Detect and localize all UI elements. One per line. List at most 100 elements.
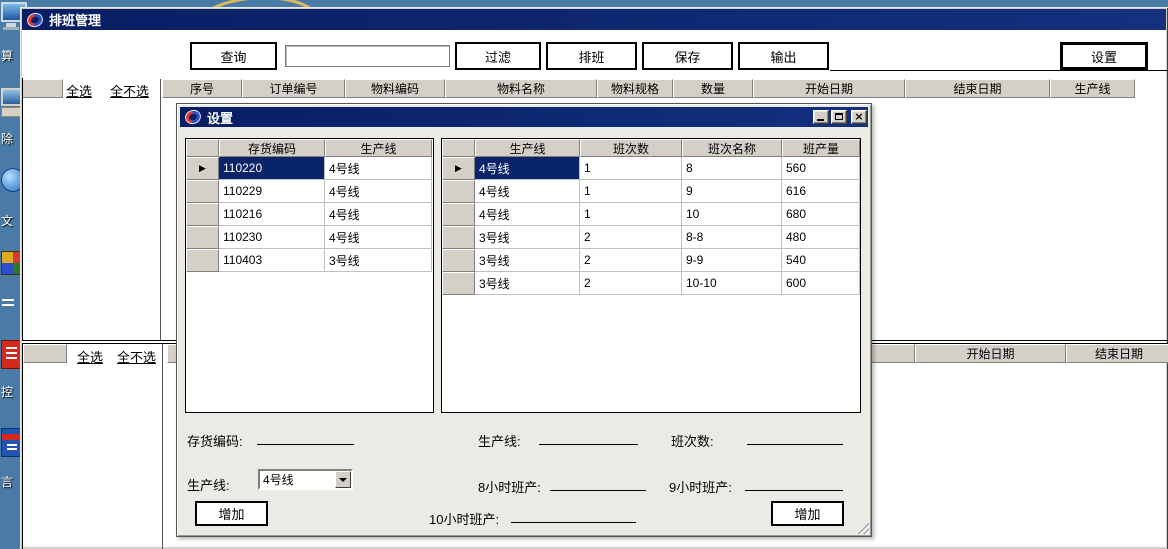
cell-inventory-code[interactable]: 110403: [219, 249, 325, 272]
cell-shift-name[interactable]: 8-8: [682, 226, 782, 249]
current-row-indicator-icon: ▶: [199, 163, 206, 174]
column-header[interactable]: 班次数: [580, 139, 682, 157]
grid1-left-border: [22, 78, 23, 341]
add-inventory-button[interactable]: 增加: [195, 501, 268, 526]
grid1-column-header[interactable]: 结束日期: [905, 79, 1050, 98]
column-header[interactable]: 生产线: [325, 139, 432, 157]
cell-shift-count[interactable]: 2: [580, 226, 682, 249]
cell-line[interactable]: 3号线: [325, 249, 432, 272]
resize-grip[interactable]: [856, 521, 869, 534]
cell-shift-output[interactable]: 540: [782, 249, 860, 272]
maximize-button[interactable]: [831, 110, 847, 124]
schedule-button[interactable]: 排班: [546, 42, 637, 70]
chevron-down-icon[interactable]: [335, 471, 351, 488]
cell-shift-name[interactable]: 9-9: [682, 249, 782, 272]
column-header[interactable]: 班产量: [782, 139, 860, 157]
grid2-column-header[interactable]: 结束日期: [1066, 344, 1168, 363]
row-header[interactable]: [186, 226, 219, 249]
cell-line[interactable]: 3号线: [475, 272, 580, 295]
grid2-left-border: [22, 343, 23, 549]
cell-shift-output[interactable]: 480: [782, 226, 860, 249]
line-field: [539, 424, 638, 445]
grid2-select-none-link[interactable]: 全不选: [117, 347, 156, 366]
add-shift-button[interactable]: 增加: [771, 501, 844, 526]
cell-shift-name[interactable]: 10-10: [682, 272, 782, 295]
cell-shift-output[interactable]: 680: [782, 203, 860, 226]
partial-icon-label: [2, 299, 14, 301]
grid1-column-header[interactable]: 数量: [673, 79, 753, 98]
row-header[interactable]: ▶: [186, 157, 219, 180]
cell-shift-name[interactable]: 9: [682, 180, 782, 203]
shift10-label: 10小时班产:: [429, 509, 499, 528]
grid1-column-header[interactable]: 订单编号: [242, 79, 345, 98]
row-header[interactable]: [442, 272, 475, 295]
cell-shift-count[interactable]: 2: [580, 249, 682, 272]
grid2-select-all-link[interactable]: 全选: [77, 347, 103, 366]
window-title: 排班管理: [49, 10, 101, 29]
cell-shift-count[interactable]: 1: [580, 203, 682, 226]
cell-inventory-code[interactable]: 110229: [219, 180, 325, 203]
line-select-label: 生产线:: [187, 475, 230, 494]
line-label: 生产线:: [478, 431, 521, 450]
main-window-titlebar[interactable]: 排班管理: [22, 9, 1166, 30]
cell-shift-name[interactable]: 8: [682, 157, 782, 180]
row-header[interactable]: [442, 180, 475, 203]
cell-line[interactable]: 4号线: [475, 180, 580, 203]
grid1-column-header[interactable]: 物料规格: [597, 79, 673, 98]
cell-shift-count[interactable]: 1: [580, 180, 682, 203]
row-header[interactable]: ▶: [442, 157, 475, 180]
cell-line[interactable]: 4号线: [325, 226, 432, 249]
cell-shift-output[interactable]: 616: [782, 180, 860, 203]
desktop-icon-label: 控: [1, 383, 21, 400]
line-combobox[interactable]: 4号线: [258, 469, 353, 490]
row-header[interactable]: [442, 249, 475, 272]
column-header[interactable]: 生产线: [475, 139, 580, 157]
cell-line[interactable]: 3号线: [475, 226, 580, 249]
column-header[interactable]: 班次名称: [682, 139, 782, 157]
row-header[interactable]: [186, 249, 219, 272]
cell-shift-count[interactable]: 1: [580, 157, 682, 180]
output-button[interactable]: 输出: [738, 42, 829, 70]
grid2-corner-cell: [23, 344, 67, 363]
cell-inventory-code[interactable]: 110230: [219, 226, 325, 249]
grid1-column-header[interactable]: 序号: [162, 79, 242, 98]
cell-inventory-code[interactable]: 110220: [219, 157, 325, 180]
cell-line[interactable]: 4号线: [325, 180, 432, 203]
grid1-select-all-link[interactable]: 全选: [66, 81, 92, 100]
dialog-titlebar[interactable]: 设置: [180, 107, 868, 127]
row-header[interactable]: [186, 180, 219, 203]
grid-corner: [186, 139, 219, 157]
cell-shift-count[interactable]: 2: [580, 272, 682, 295]
grid2-column-header[interactable]: 开始日期: [915, 344, 1066, 363]
row-header[interactable]: [442, 203, 475, 226]
shift8-label: 8小时班产:: [478, 477, 541, 496]
cell-line[interactable]: 4号线: [475, 203, 580, 226]
close-button[interactable]: ×: [851, 110, 867, 124]
cell-inventory-code[interactable]: 110216: [219, 203, 325, 226]
cell-line[interactable]: 4号线: [475, 157, 580, 180]
filter-button[interactable]: 过滤: [455, 42, 541, 70]
minimize-button[interactable]: [813, 110, 829, 124]
shift10-field: [511, 502, 636, 523]
grid1-column-header[interactable]: 生产线: [1050, 79, 1135, 98]
cell-line[interactable]: 4号线: [325, 203, 432, 226]
row-header[interactable]: [442, 226, 475, 249]
grid1-column-header[interactable]: 物料名称: [445, 79, 597, 98]
grid1-header-row: 序号 订单编号 物料编码 物料名称 物料规格 数量 开始日期 结束日期 生产线: [162, 79, 1135, 98]
cell-line[interactable]: 4号线: [325, 157, 432, 180]
grid1-frozen-divider: [160, 79, 161, 340]
grid1-column-header[interactable]: 开始日期: [753, 79, 905, 98]
column-header[interactable]: 存货编码: [219, 139, 325, 157]
save-button[interactable]: 保存: [642, 42, 733, 70]
search-input[interactable]: [285, 45, 450, 67]
grid1-column-header[interactable]: 物料编码: [345, 79, 445, 98]
query-button[interactable]: 查询: [190, 42, 277, 70]
cell-shift-output[interactable]: 600: [782, 272, 860, 295]
cell-shift-name[interactable]: 10: [682, 203, 782, 226]
cell-shift-output[interactable]: 560: [782, 157, 860, 180]
grid1-select-none-link[interactable]: 全不选: [110, 81, 149, 100]
row-header[interactable]: [186, 203, 219, 226]
settings-button[interactable]: 设置: [1060, 42, 1148, 70]
desktop-icon-label: 文: [1, 212, 21, 229]
cell-line[interactable]: 3号线: [475, 249, 580, 272]
